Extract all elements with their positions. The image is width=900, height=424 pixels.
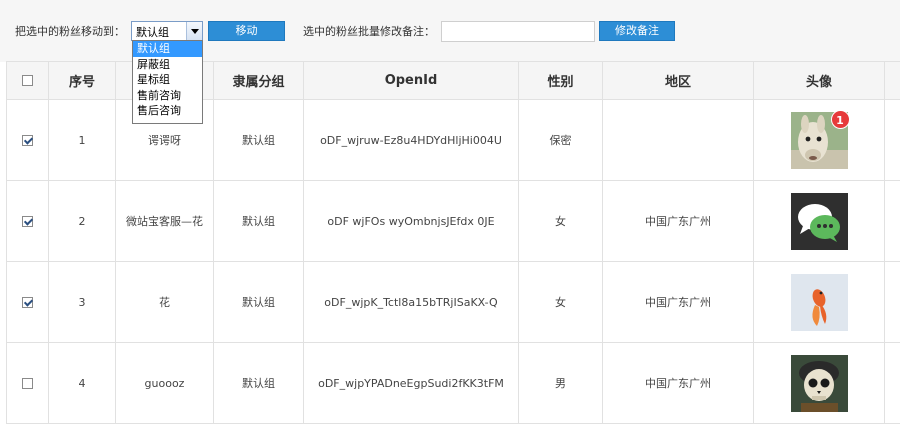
row-nickname: guoooz [116,343,214,424]
row-openid: oDF_wjpYPADneEgpSudi2fKK3tFM [304,343,519,424]
row-select-cell[interactable] [7,262,49,343]
row-checkbox[interactable] [22,297,33,308]
row-gender: 女 [519,262,603,343]
column-header-extra [885,62,900,100]
row-avatar-cell [754,181,885,262]
row-extra-cell [885,343,900,424]
select-all-checkbox[interactable] [22,75,33,86]
llama-avatar-icon[interactable]: 1 [791,112,848,169]
row-group: 默认组 [214,262,304,343]
row-extra-cell [885,181,900,262]
edit-remark-button[interactable]: 修改备注 [599,21,675,41]
skull-avatar-icon[interactable] [791,355,848,412]
wechat-avatar-icon[interactable] [791,193,848,250]
row-extra-cell [885,262,900,343]
row-index: 3 [49,262,116,343]
row-checkbox[interactable] [22,378,33,389]
row-checkbox[interactable] [22,135,33,146]
dropdown-option[interactable]: 售后咨询 [133,103,202,119]
row-region: 中国广东广州 [603,343,754,424]
chevron-down-icon[interactable] [186,22,202,40]
row-avatar-cell [754,343,885,424]
batch-remark-label: 选中的粉丝批量修改备注： [303,23,435,39]
column-header-index: 序号 [49,62,116,100]
column-header-group: 隶属分组 [214,62,304,100]
row-group: 默认组 [214,181,304,262]
row-select-cell[interactable] [7,100,49,181]
row-gender: 保密 [519,100,603,181]
group-select-value: 默认组 [136,24,169,40]
row-openid: oDF wjFOs wyOmbnjsJEfdx 0JE [304,181,519,262]
group-select[interactable]: 默认组 [131,21,203,41]
column-header-gender: 性别 [519,62,603,100]
row-region: 中国广东广州 [603,181,754,262]
column-header-region: 地区 [603,62,754,100]
select-all-cell[interactable] [7,62,49,100]
row-checkbox[interactable] [22,216,33,227]
dropdown-option[interactable]: 售前咨询 [133,88,202,104]
row-openid: oDF_wjpK_Tctl8a15bTRjISaKX-Q [304,262,519,343]
row-extra-cell [885,100,900,181]
column-header-avatar: 头像 [754,62,885,100]
row-region [603,100,754,181]
column-header-openid: OpenId [304,62,519,100]
row-group: 默认组 [214,343,304,424]
row-select-cell[interactable] [7,181,49,262]
goldfish-avatar-icon[interactable] [791,274,848,331]
notification-badge: 1 [831,110,850,129]
dropdown-option[interactable]: 屏蔽组 [133,57,202,73]
row-nickname: 微站宝客服—花 [116,181,214,262]
table-row: 2 微站宝客服—花 默认组 oDF wjFOs wyOmbnjsJEfdx 0J… [7,181,900,262]
row-nickname: 花 [116,262,214,343]
row-avatar-cell [754,262,885,343]
row-region: 中国广东广州 [603,262,754,343]
row-gender: 男 [519,343,603,424]
move-to-label: 把选中的粉丝移动到： [15,23,125,39]
row-gender: 女 [519,181,603,262]
table-row: 4 guoooz 默认组 oDF_wjpYPADneEgpSudi2fKK3tF… [7,343,900,424]
row-openid: oDF_wjruw-Ez8u4HDYdHljHi004U [304,100,519,181]
row-index: 4 [49,343,116,424]
row-group: 默认组 [214,100,304,181]
row-index: 2 [49,181,116,262]
row-avatar-cell: 1 [754,100,885,181]
remark-input[interactable] [441,21,595,42]
group-dropdown-list: 默认组 屏蔽组 星标组 售前咨询 售后咨询 [132,40,203,124]
move-button[interactable]: 移动 [208,21,285,41]
dropdown-option[interactable]: 默认组 [133,41,202,57]
table-row: 3 花 默认组 oDF_wjpK_Tctl8a15bTRjISaKX-Q 女 中… [7,262,900,343]
dropdown-option[interactable]: 星标组 [133,72,202,88]
row-index: 1 [49,100,116,181]
row-select-cell[interactable] [7,343,49,424]
